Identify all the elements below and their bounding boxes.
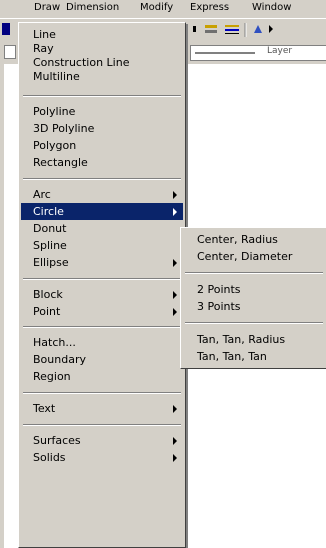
menu-separator: [23, 326, 181, 328]
menu-dimension[interactable]: Dimension: [66, 2, 119, 13]
menu-separator: [23, 278, 181, 280]
submenu-item-center-radius[interactable]: Center, Radius: [183, 231, 323, 249]
submenu-item-label: 3 Points: [197, 300, 241, 313]
submenu-item-label: Center, Radius: [197, 233, 278, 246]
submenu-item-label: Center, Diameter: [197, 250, 293, 263]
submenu-item-2-points[interactable]: 2 Points: [183, 281, 323, 299]
menu-item-label: Arc: [33, 188, 51, 201]
submenu-item-label: Tan, Tan, Radius: [197, 333, 286, 346]
submenu-separator: [185, 272, 323, 274]
menu-item-label: Region: [33, 370, 71, 383]
circle-submenu: Center, Radius Center, Diameter 2 Points…: [180, 227, 326, 369]
menu-item-boundary[interactable]: Boundary: [21, 351, 183, 368]
menu-item-label: Point: [33, 305, 61, 318]
menu-item-surfaces[interactable]: Surfaces: [21, 432, 183, 449]
menu-item-label: Block: [33, 288, 63, 301]
menu-window[interactable]: Window: [252, 2, 291, 13]
menu-item-solids[interactable]: Solids: [21, 449, 183, 466]
submenu-item-label: 2 Points: [197, 283, 241, 296]
toolbar-icon[interactable]: [2, 23, 10, 35]
submenu-arrow-icon: [173, 259, 177, 267]
menu-item-text[interactable]: Text: [21, 400, 183, 417]
layer-toggle[interactable]: [4, 45, 16, 59]
menu-item-multiline[interactable]: Multiline: [21, 68, 183, 85]
menu-item-label: Spline: [33, 239, 67, 252]
menu-item-label: Surfaces: [33, 434, 81, 447]
layer-dropdown[interactable]: Layer: [190, 45, 326, 61]
submenu-arrow-icon: [173, 405, 177, 413]
menu-item-circle[interactable]: Circle: [21, 203, 183, 220]
menu-item-label: 3D Polyline: [33, 122, 95, 135]
layer-properties-icon[interactable]: [204, 23, 218, 35]
menu-item-point[interactable]: Point: [21, 303, 183, 320]
menu-separator: [23, 424, 181, 426]
toolbar-icon[interactable]: [192, 23, 198, 35]
toolbar-separator: [244, 23, 248, 37]
submenu-item-3-points[interactable]: 3 Points: [183, 298, 323, 316]
submenu-arrow-icon: [173, 308, 177, 316]
submenu-arrow-icon: [173, 454, 177, 462]
layers-icon[interactable]: [224, 23, 240, 35]
menu-item-rectangle[interactable]: Rectangle: [21, 154, 183, 171]
workspace-edge: [0, 64, 4, 548]
submenu-arrow-icon: [173, 208, 177, 216]
submenu-arrow-icon: [173, 437, 177, 445]
menubar: Draw Dimension Modify Express Window: [0, 0, 326, 18]
menu-item-label: Circle: [33, 205, 64, 218]
menu-item-3d-polyline[interactable]: 3D Polyline: [21, 120, 183, 137]
menu-item-ellipse[interactable]: Ellipse: [21, 254, 183, 271]
submenu-item-tan-tan-tan[interactable]: Tan, Tan, Tan: [183, 348, 323, 366]
chevron-right-icon[interactable]: [268, 23, 274, 35]
menu-item-label: Ellipse: [33, 256, 69, 269]
menu-separator: [23, 392, 181, 394]
menu-item-region[interactable]: Region: [21, 368, 183, 385]
menu-item-block[interactable]: Block: [21, 286, 183, 303]
draw-menu: Line Ray Construction Line Multiline Pol…: [18, 22, 186, 548]
submenu-item-tan-tan-radius[interactable]: Tan, Tan, Radius: [183, 331, 323, 349]
submenu-arrow-icon: [173, 291, 177, 299]
menu-item-label: Boundary: [33, 353, 86, 366]
menu-separator: [23, 178, 181, 180]
submenu-arrow-icon: [173, 191, 177, 199]
menu-separator: [23, 95, 181, 97]
menu-item-polyline[interactable]: Polyline: [21, 103, 183, 120]
menu-express[interactable]: Express: [190, 2, 229, 13]
menu-draw[interactable]: Draw: [34, 2, 60, 13]
menu-item-label: Hatch...: [33, 336, 76, 349]
menu-item-label: Solids: [33, 451, 66, 464]
menu-item-polygon[interactable]: Polygon: [21, 137, 183, 154]
submenu-item-label: Tan, Tan, Tan: [197, 350, 267, 363]
match-properties-icon[interactable]: [252, 23, 264, 35]
menu-item-label: Donut: [33, 222, 67, 235]
menu-modify[interactable]: Modify: [140, 2, 173, 13]
menu-item-label: Polygon: [33, 139, 77, 152]
menu-item-hatch[interactable]: Hatch...: [21, 334, 183, 351]
menu-item-spline[interactable]: Spline: [21, 237, 183, 254]
menu-item-arc[interactable]: Arc: [21, 186, 183, 203]
menu-item-label: Text: [33, 402, 56, 415]
submenu-item-center-diameter[interactable]: Center, Diameter: [183, 248, 323, 266]
menu-item-label: Polyline: [33, 105, 76, 118]
submenu-separator: [185, 322, 323, 324]
menu-item-label: Rectangle: [33, 156, 88, 169]
menu-item-donut[interactable]: Donut: [21, 220, 183, 237]
layer-field-label: Layer: [267, 46, 293, 56]
menu-item-label: Multiline: [33, 70, 80, 83]
